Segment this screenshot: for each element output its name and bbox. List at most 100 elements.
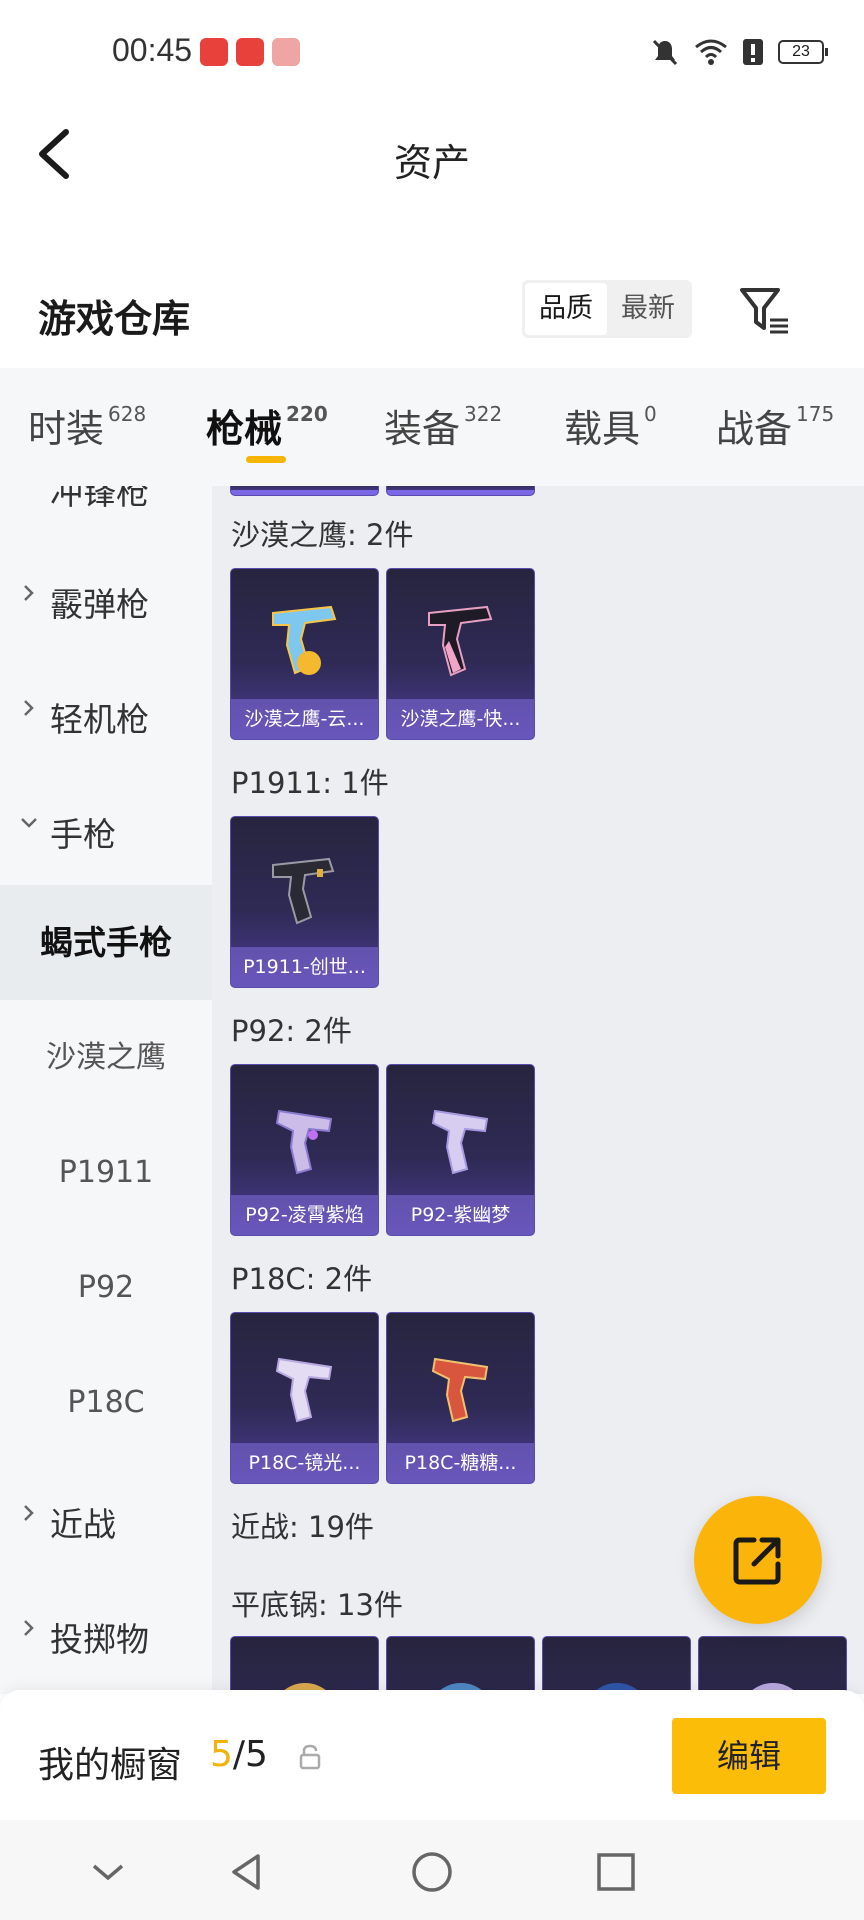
group-title: P18C: 2件	[231, 1262, 373, 1296]
chevron-right-icon	[24, 1505, 34, 1521]
showcase-count-current: 5	[210, 1734, 233, 1775]
app-notification-icon	[236, 38, 264, 66]
showcase-bar: 我的橱窗 5/5 编辑	[0, 1690, 864, 1820]
sidebar-item-lmg[interactable]: 轻机枪	[0, 655, 212, 770]
tab-fashion[interactable]: 时装 628	[28, 398, 146, 453]
alert-icon	[743, 39, 763, 65]
group-title: 近战: 19件	[231, 1510, 374, 1544]
showcase-count: 5/5	[210, 1734, 268, 1775]
page-title: 资产	[393, 141, 470, 185]
showcase-count-total: 5	[245, 1734, 268, 1775]
pistol-icon	[272, 605, 337, 675]
tab-count: 0	[644, 402, 657, 426]
nav-recents-icon[interactable]	[594, 1850, 638, 1894]
warehouse-header: 游戏仓库 品质 最新	[0, 260, 864, 360]
pistol-icon	[431, 1109, 489, 1175]
showcase-label: 我的橱窗	[38, 1745, 183, 1786]
sidebar-item-throwable[interactable]: 投掷物	[0, 1575, 212, 1690]
status-bar: 00:45 23	[0, 0, 864, 104]
sidebar-item-label: 霰弹枪	[50, 585, 149, 624]
status-time: 00:45	[112, 32, 193, 68]
item-card[interactable]: P92-凌霄紫焰	[230, 1064, 379, 1236]
edit-button[interactable]: 编辑	[672, 1718, 826, 1794]
group-title: P1911: 1件	[231, 766, 389, 800]
item-card[interactable]: P18C-糖糖...	[386, 1312, 535, 1484]
group-title: 平底锅: 13件	[231, 1588, 403, 1622]
filter-icon[interactable]	[738, 286, 792, 336]
chevron-down-icon	[20, 486, 38, 490]
sidebar-sub-p1911[interactable]: P1911	[0, 1115, 212, 1230]
wifi-icon	[695, 39, 727, 65]
sort-newest-button[interactable]: 最新	[607, 283, 689, 335]
sort-quality-button[interactable]: 品质	[525, 283, 607, 335]
app-notification-icon	[272, 38, 300, 66]
item-card[interactable]: P1911-创世...	[230, 816, 379, 988]
hide-keyboard-icon[interactable]	[86, 1850, 130, 1894]
tab-count: 628	[108, 402, 147, 426]
nav-home-icon[interactable]	[410, 1850, 454, 1894]
sidebar-item-melee[interactable]: 近战	[0, 1460, 212, 1575]
card-bar	[231, 490, 378, 495]
chevron-right-icon	[24, 1620, 34, 1636]
sidebar-item-label: 手枪	[50, 815, 116, 854]
item-card[interactable]	[698, 1636, 847, 1694]
app-notification-icon	[200, 38, 228, 66]
chevron-right-icon	[24, 585, 34, 601]
card-bar	[387, 490, 534, 495]
item-card[interactable]: P18C-镜光...	[230, 1312, 379, 1484]
sidebar-item-smg[interactable]: 冲锋枪	[0, 486, 212, 543]
pistol-icon	[428, 605, 493, 677]
pistol-icon	[431, 1357, 489, 1423]
sidebar-item-label: 冲锋枪	[50, 486, 149, 512]
item-name: 沙漠之鹰-云...	[231, 699, 378, 739]
sidebar-sub-p92[interactable]: P92	[0, 1230, 212, 1345]
tab-label: 装备	[384, 407, 461, 451]
item-name: P92-凌霄紫焰	[231, 1195, 378, 1235]
tab-count: 322	[464, 402, 503, 426]
sidebar-sub-scorpion[interactable]: 蝎式手枪	[0, 885, 212, 1000]
sidebar-item-pistol[interactable]: 手枪	[0, 770, 212, 885]
item-card[interactable]: 沙漠之鹰-快...	[386, 568, 535, 740]
tab-count: 220	[286, 402, 328, 426]
sort-toggle: 品质 最新	[522, 280, 692, 338]
tab-label: 枪械	[206, 407, 283, 451]
tab-equipment[interactable]: 装备 322	[384, 398, 502, 453]
mute-icon	[652, 39, 678, 66]
pistol-icon	[272, 857, 335, 925]
sidebar-item-shotgun[interactable]: 霰弹枪	[0, 540, 212, 655]
tab-indicator	[246, 456, 286, 463]
pistol-icon	[275, 1109, 333, 1175]
item-card[interactable]: P92-紫幽梦	[386, 1064, 535, 1236]
item-name: 沙漠之鹰-快...	[387, 699, 534, 739]
tab-label: 战备	[716, 407, 793, 451]
item-name: P18C-镜光...	[231, 1443, 378, 1483]
tab-label: 载具	[564, 407, 641, 451]
share-fab-button[interactable]	[694, 1496, 822, 1624]
sidebar-sub-desert-eagle[interactable]: 沙漠之鹰	[0, 1000, 212, 1115]
sidebar-sub-p18c[interactable]: P18C	[0, 1345, 212, 1460]
tab-supplies[interactable]: 战备 175	[716, 398, 834, 453]
sidebar-item-label: 投掷物	[50, 1620, 149, 1659]
share-icon	[733, 1537, 781, 1585]
chevron-right-icon	[24, 700, 34, 716]
system-nav-bar	[0, 1820, 864, 1920]
status-icons: 23	[650, 34, 828, 70]
category-tabs: 时装 628 枪械 220 装备 322 载具 0 战备 175	[0, 368, 864, 486]
battery-icon: 23	[778, 40, 828, 64]
item-name: P18C-糖糖...	[387, 1443, 534, 1483]
item-name: P1911-创世...	[231, 947, 378, 987]
item-card[interactable]	[230, 1636, 379, 1694]
nav-back-icon[interactable]	[226, 1850, 270, 1894]
tab-vehicles[interactable]: 载具 0	[564, 398, 657, 453]
item-card[interactable]	[230, 486, 379, 496]
sidebar-item-label: 轻机枪	[50, 700, 149, 739]
item-name: P92-紫幽梦	[387, 1195, 534, 1235]
tab-count: 175	[796, 402, 835, 426]
tab-firearms[interactable]: 枪械 220	[206, 398, 328, 453]
showcase-count-separator: /	[232, 1734, 246, 1775]
item-card[interactable]	[542, 1636, 691, 1694]
item-card[interactable]	[386, 486, 535, 496]
app-header: 资产	[0, 104, 864, 204]
item-card[interactable]	[386, 1636, 535, 1694]
item-card[interactable]: 沙漠之鹰-云...	[230, 568, 379, 740]
